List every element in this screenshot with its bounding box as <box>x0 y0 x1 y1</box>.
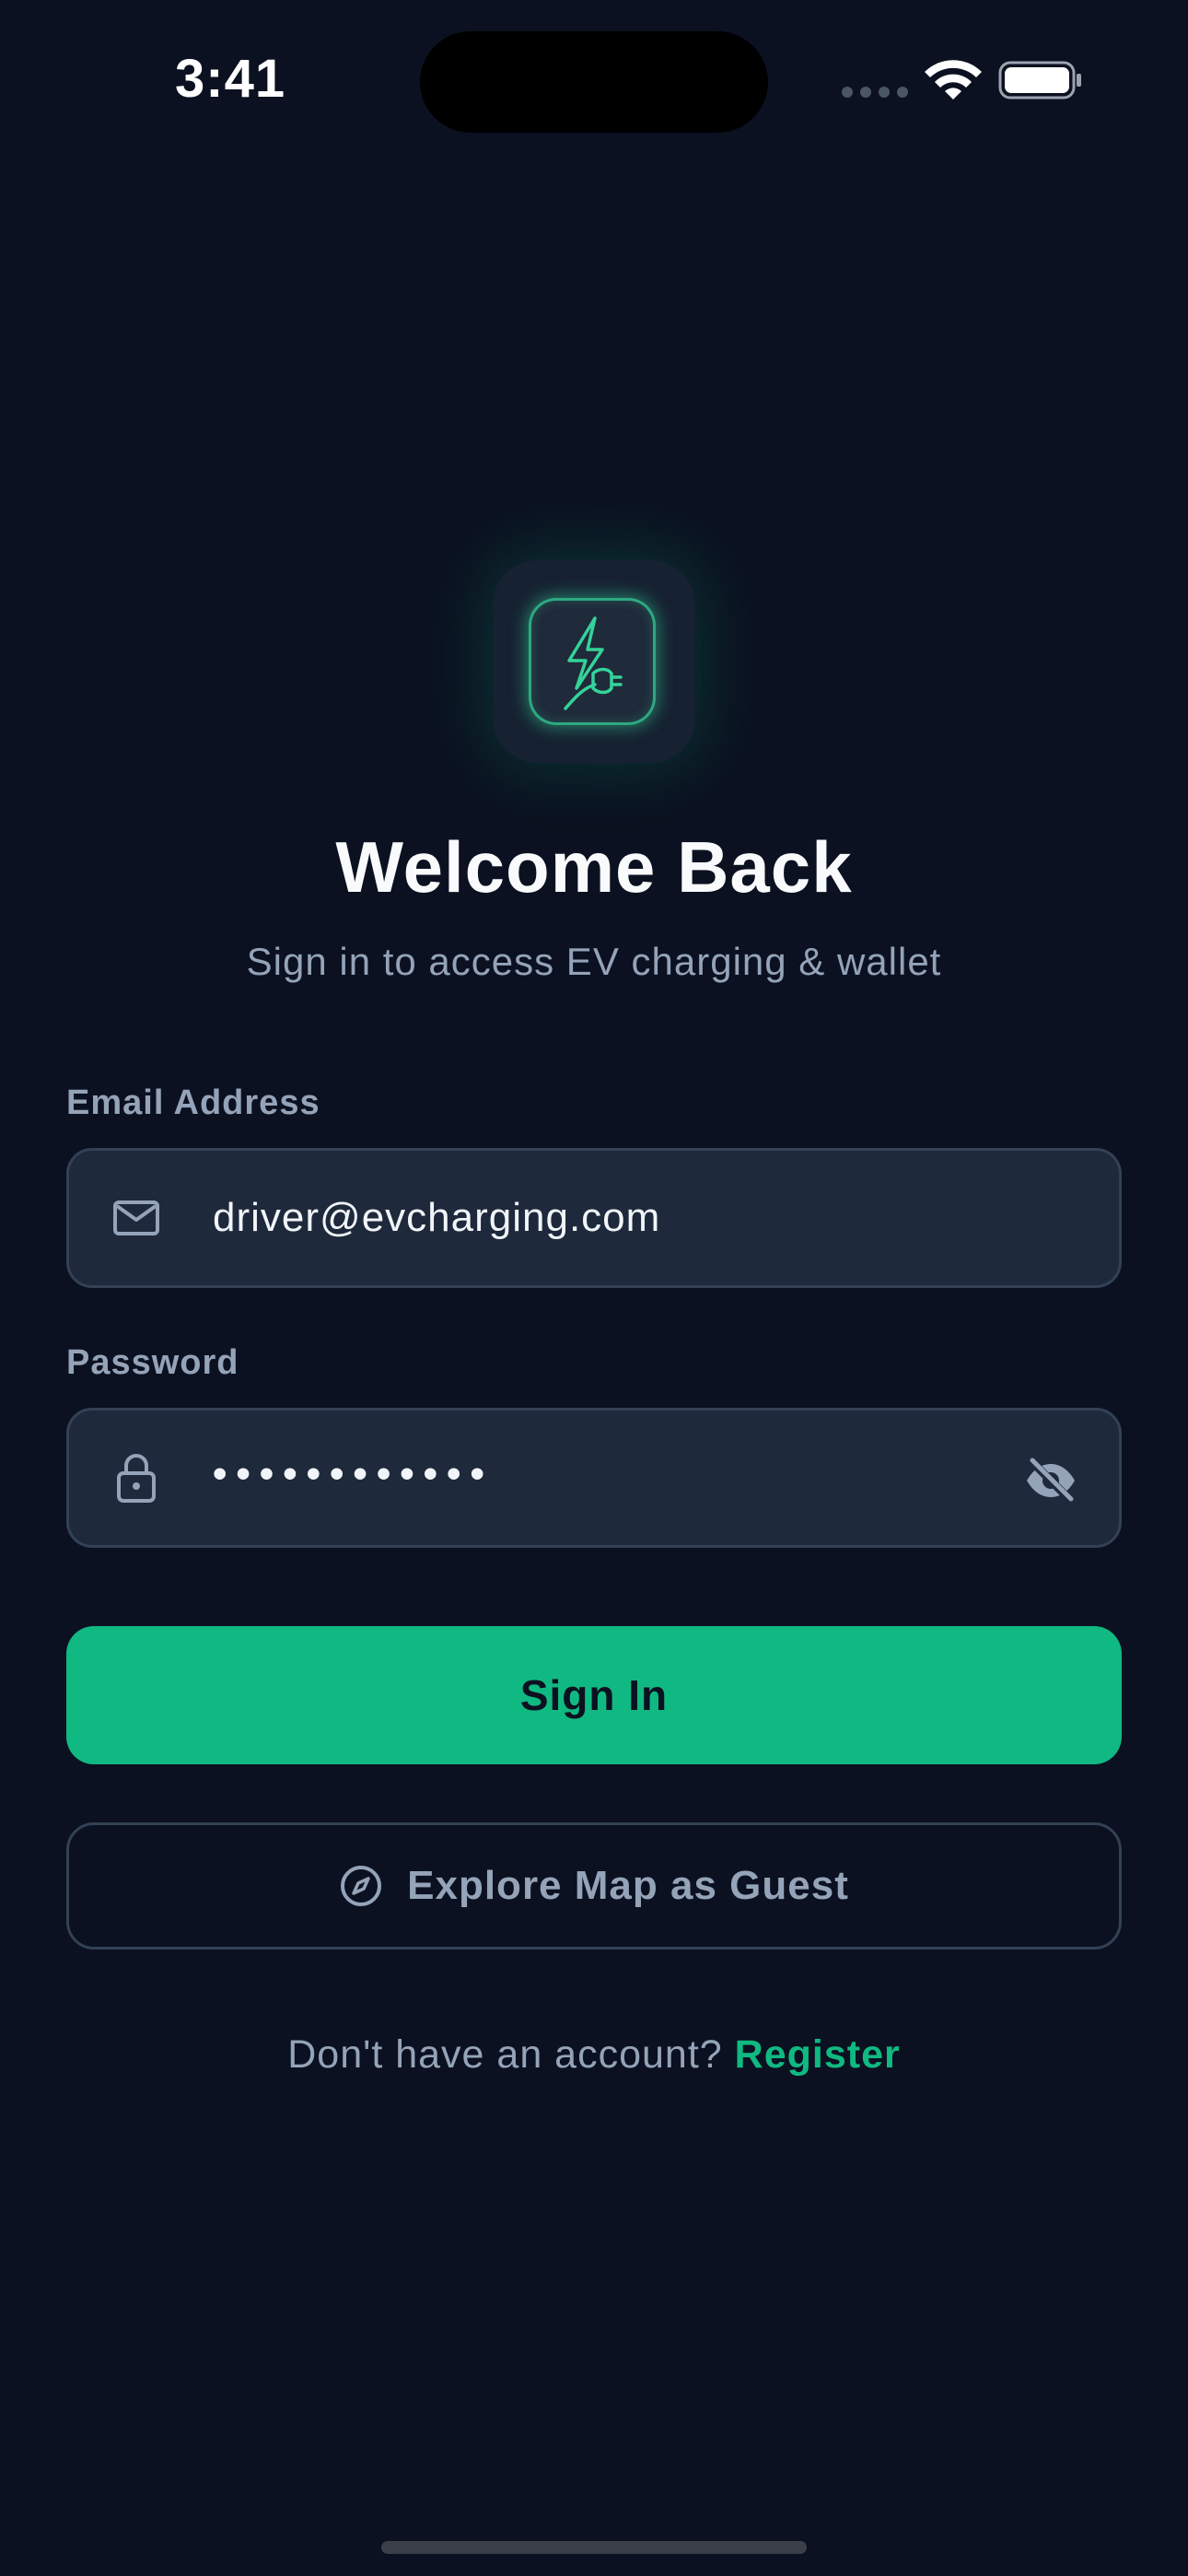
mail-icon <box>113 1200 159 1235</box>
explore-map-guest-button[interactable]: Explore Map as Guest <box>66 1822 1122 1950</box>
page-subtitle: Sign in to access EV charging & wallet <box>246 940 942 983</box>
cellular-signal-icon <box>842 87 908 98</box>
email-value: driver@evcharging.com <box>213 1195 661 1240</box>
eye-off-icon[interactable] <box>1023 1453 1078 1508</box>
email-label: Email Address <box>66 1083 320 1122</box>
register-link[interactable]: Register <box>735 2032 901 2077</box>
home-indicator[interactable] <box>381 2541 807 2554</box>
ev-charger-bolt-icon <box>564 616 623 710</box>
register-prompt-row: Don't have an account? Register <box>0 2032 1188 2078</box>
password-value: •••••••••••• <box>213 1451 494 1496</box>
page-title: Welcome Back <box>335 826 853 907</box>
register-prompt: Don't have an account? <box>287 2032 723 2077</box>
email-field[interactable]: driver@evcharging.com <box>66 1148 1122 1288</box>
sign-in-label: Sign In <box>519 1671 669 1719</box>
dynamic-island <box>420 31 768 133</box>
status-time: 3:41 <box>175 49 286 109</box>
password-label: Password <box>66 1343 239 1382</box>
battery-icon <box>998 61 1081 100</box>
wifi-icon <box>925 60 982 100</box>
compass-icon <box>341 1866 382 1906</box>
password-field[interactable]: •••••••••••• <box>66 1408 1122 1548</box>
sign-in-button[interactable]: Sign In <box>66 1626 1122 1764</box>
lock-icon <box>117 1454 156 1503</box>
explore-map-guest-label: Explore Map as Guest <box>407 1863 849 1908</box>
